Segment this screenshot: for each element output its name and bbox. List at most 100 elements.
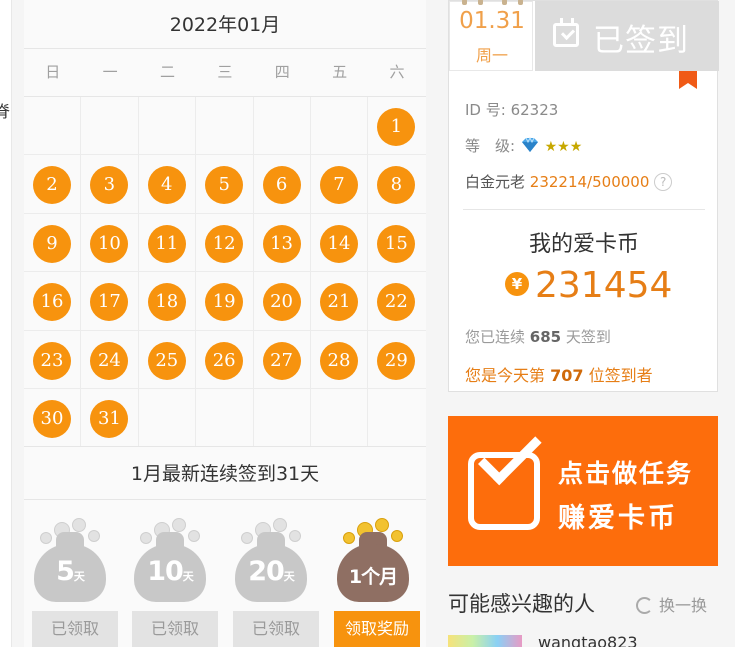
checked-in-day: 12 xyxy=(205,224,244,263)
checked-in-day: 11 xyxy=(147,224,186,263)
reward-bag-label: 10天 xyxy=(132,556,208,587)
claimed-reward-button[interactable]: 已领取 xyxy=(132,611,218,647)
reward-unit: 天 xyxy=(73,570,85,583)
checkin-calendar: 2022年01月 日一二三四五六 1 2 3 4 5 6 7 8 9 10 11 12 13 14 15 16… xyxy=(24,0,426,647)
today-weekday: 周一 xyxy=(475,46,508,65)
coin-icon xyxy=(273,518,287,532)
calendar-cell: 11 xyxy=(139,213,197,272)
checked-in-day: 19 xyxy=(205,283,244,322)
bookmark-icon[interactable] xyxy=(679,71,697,89)
user-title-row: 白金元老 232214/500000 ? xyxy=(465,171,673,192)
reward-unit: 天 xyxy=(283,570,295,583)
checked-in-day: 9 xyxy=(33,224,71,263)
coin-balance: 231454 xyxy=(535,265,673,306)
checkin-page: 脊 2022年01月 日一二三四五六 123456789101112131415… xyxy=(0,0,735,647)
checked-in-day: 26 xyxy=(205,341,244,380)
checked-in-day: 10 xyxy=(90,224,129,263)
checked-in-day: 2 xyxy=(33,166,71,205)
streak-prefix: 您已连续 xyxy=(465,328,526,346)
calendar-grid: 1 2 3 4 5 6 7 8 9 10 11 12 13 14 15 16 17 18 19 20 21 22 23 24 2… xyxy=(24,97,426,448)
claim-reward-button[interactable]: 领取奖励 xyxy=(334,611,420,647)
refresh-label: 换一换 xyxy=(659,596,708,615)
calendar-cell xyxy=(139,388,197,448)
coin-icon xyxy=(172,518,186,532)
checked-in-day: 15 xyxy=(377,224,416,263)
signed-in-button[interactable]: 已签到 xyxy=(535,1,719,71)
coin-icon xyxy=(343,532,355,544)
calendar-cell xyxy=(139,97,197,155)
refresh-button[interactable]: 换一换 xyxy=(636,592,707,616)
calendar-cell: 10 xyxy=(81,213,139,272)
calendar-cell: 13 xyxy=(254,213,311,272)
calendar-cell xyxy=(254,388,311,448)
reward-bags: 5天 10天 20天 1个月 xyxy=(24,510,426,602)
banner-line-2: 赚爱卡币 xyxy=(558,503,678,534)
divider xyxy=(24,499,426,500)
coin-icon xyxy=(140,532,152,544)
monthly-streak-text: 1月最新连续签到31天 xyxy=(130,463,320,485)
streak-days: 685 xyxy=(529,328,562,346)
calendar-cell: 21 xyxy=(311,272,369,330)
calendar-cell: 8 xyxy=(368,155,425,212)
user-id-row: ID 号: 62323 xyxy=(465,99,558,120)
calendar-week-row: 16 17 18 19 20 21 22 xyxy=(24,272,426,331)
checked-in-day: 8 xyxy=(377,166,416,205)
coin-icon: ¥ xyxy=(505,272,529,296)
checked-in-day: 16 xyxy=(33,283,71,322)
user-title-label: 白金元老 xyxy=(465,173,526,191)
calendar-cell: 17 xyxy=(81,272,139,330)
claimed-reward-button[interactable]: 已领取 xyxy=(32,611,118,647)
calendar-cell: 29 xyxy=(368,331,425,388)
calendar-week-row: 1 xyxy=(24,97,426,156)
checked-in-day: 29 xyxy=(377,341,416,380)
calendar-cell xyxy=(196,97,254,155)
weekday-label: 五 xyxy=(332,63,348,81)
calendar-week-row: 2345678 xyxy=(24,155,426,214)
checked-in-day: 6 xyxy=(262,166,301,205)
user-id-value: 62323 xyxy=(510,101,559,119)
calendar-rings-icon xyxy=(458,0,526,5)
coin-icon xyxy=(391,530,403,542)
coin-icon xyxy=(88,530,100,542)
calendar-cell: 16 xyxy=(24,272,82,330)
user-avatar[interactable] xyxy=(448,635,522,647)
reward-bag-label: 20天 xyxy=(233,556,309,587)
reward-bag: 10天 xyxy=(132,518,208,602)
calendar-cell: 22 xyxy=(368,272,425,329)
calendar-cell: 26 xyxy=(196,330,254,388)
calendar-cell: 15 xyxy=(368,214,425,271)
claimed-reward-button[interactable]: 已领取 xyxy=(233,611,319,647)
signed-in-label: 已签到 xyxy=(593,23,689,59)
calendar-cell xyxy=(254,97,311,155)
weekday-label: 三 xyxy=(217,63,233,81)
calendar-cell xyxy=(24,97,82,155)
user-level-label: 等 级: xyxy=(465,137,516,155)
divider xyxy=(463,209,705,210)
checked-in-day: 31 xyxy=(90,399,129,438)
checked-in-day: 1 xyxy=(377,108,416,146)
coin-title: 我的爱卡币 xyxy=(528,232,639,257)
checked-in-day: 17 xyxy=(90,283,129,322)
weekday-label: 四 xyxy=(274,63,290,81)
weekday-label: 二 xyxy=(159,63,175,81)
calendar-cell: 28 xyxy=(311,330,369,388)
reward-unit: 天 xyxy=(182,570,194,583)
divider xyxy=(24,446,426,447)
calendar-cell: 20 xyxy=(254,272,311,330)
help-icon[interactable]: ? xyxy=(654,173,673,191)
coin-icon xyxy=(40,532,52,544)
total-streak-text: 您已连续 685 天签到 xyxy=(465,326,611,347)
calendar-check-icon xyxy=(553,18,579,47)
user-level-row: 等 级: ★★★ xyxy=(465,135,582,156)
task-banner[interactable]: 点击做任务 赚爱卡币 xyxy=(448,416,718,566)
calendar-cell: 1 xyxy=(368,97,425,154)
suggested-user-name[interactable]: wangtao823 xyxy=(538,633,638,647)
weekday-label: 一 xyxy=(102,63,118,81)
calendar-cell: 24 xyxy=(81,330,139,388)
checked-in-day: 20 xyxy=(262,283,301,322)
reward-bag: 1个月 xyxy=(335,518,411,602)
rank-prefix: 您是今天第 xyxy=(465,366,546,385)
calendar-cell: 30 xyxy=(24,388,82,448)
checked-in-day: 25 xyxy=(147,341,186,380)
level-stars-icon: ★★★ xyxy=(544,139,583,155)
